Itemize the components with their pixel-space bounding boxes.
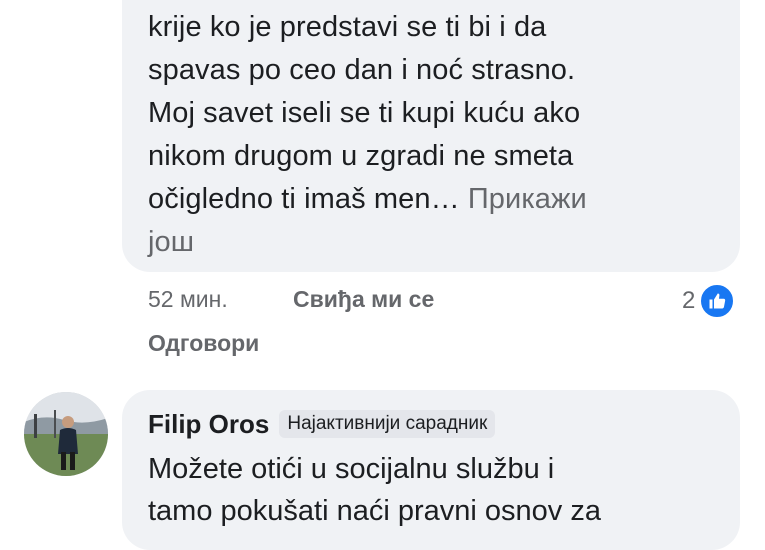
reaction-count: 2 [682, 287, 696, 314]
comment-line: krije ko je predstavi se ti bi i da [148, 11, 547, 43]
reply-button[interactable]: Одговори [148, 330, 259, 357]
top-contributor-badge: Најактивнији сарадник [279, 410, 496, 438]
thumbs-up-icon [699, 283, 736, 319]
comment-line: spavas po ceo dan i noć strasno. [148, 54, 576, 86]
comment-line: Možete otići u socijalnu službu i [148, 453, 555, 485]
author-name[interactable]: Filip Oros [148, 409, 269, 440]
comment-text: Možete otići u socijalnu službu i tamo p… [148, 448, 708, 532]
see-more-link-continued[interactable]: још [148, 221, 708, 264]
avatar[interactable] [24, 392, 108, 476]
comment-author-row: Filip Oros Најактивнији сарадник [148, 406, 496, 442]
comment-line: očigledno ti imaš men… Прикажи [148, 178, 708, 221]
comment-line: tamo pokušati naći pravni osnov za [148, 495, 601, 527]
like-button[interactable]: Свиђа ми се [293, 286, 434, 313]
see-more-link[interactable]: Прикажи [468, 183, 587, 215]
comment-line: Moj savet iseli se ti kupi kuću ako [148, 97, 581, 129]
comment-line-text: očigledno ti imaš men… [148, 183, 460, 215]
comment-timestamp[interactable]: 52 мин. [148, 286, 228, 313]
comment-text: krije ko je predstavi se ti bi i da spav… [148, 6, 708, 264]
reaction-summary[interactable]: 2 [682, 283, 736, 319]
comment-line: nikom drugom u zgradi ne smeta [148, 140, 574, 172]
